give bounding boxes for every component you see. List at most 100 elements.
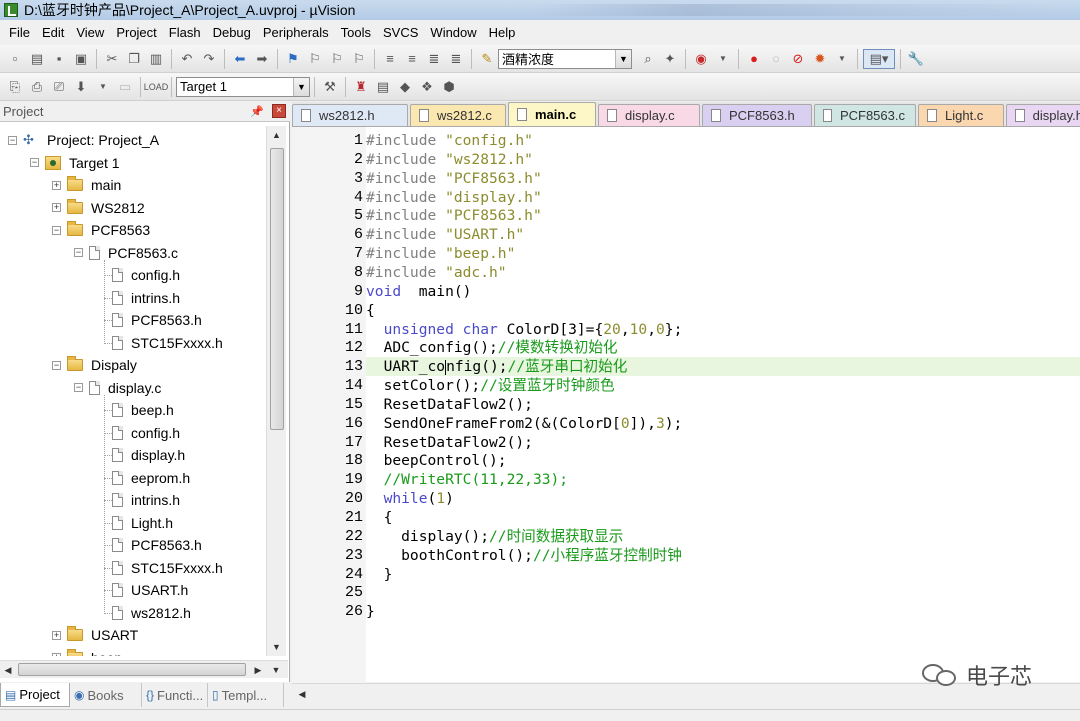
editor-tab[interactable]: ws2812.h: [292, 104, 408, 126]
target-select[interactable]: Target 1 ▼: [176, 76, 310, 97]
code-line[interactable]: 20 while(1): [345, 489, 1080, 508]
tree-item[interactable]: + beep: [52, 647, 122, 656]
tree-item[interactable]: − ✣ Project: Project_A: [8, 129, 159, 151]
tree-item[interactable]: + WS2812: [52, 197, 145, 219]
code-line[interactable]: 5 #include "PCF8563.h": [354, 206, 1080, 225]
menu-edit[interactable]: Edit: [36, 23, 70, 43]
tree-item[interactable]: PCF8563.h: [112, 534, 202, 556]
stop-build-icon[interactable]: ▭: [115, 77, 135, 97]
editor-tab[interactable]: PCF8563.c: [814, 104, 916, 126]
open-folder-icon[interactable]: ▤: [27, 49, 47, 69]
tree-item[interactable]: + main: [52, 174, 121, 196]
code-line[interactable]: 3 #include "PCF8563.h": [354, 169, 1080, 188]
tree-item[interactable]: ws2812.h: [112, 602, 191, 624]
bookmark-icon[interactable]: ⚑: [283, 49, 303, 69]
tree-item[interactable]: PCF8563.h: [112, 309, 202, 331]
copy-icon[interactable]: ❐: [124, 49, 144, 69]
editor-tab[interactable]: main.c: [508, 102, 596, 126]
rebuild-icon[interactable]: ⎚: [49, 77, 69, 97]
menu-help[interactable]: Help: [483, 23, 522, 43]
tree-horizontal-scrollbar[interactable]: ◀ ▶ ▼: [0, 660, 288, 678]
editor-tab[interactable]: ws2812.c: [410, 104, 506, 126]
menu-peripherals[interactable]: Peripherals: [257, 23, 335, 43]
kill-breakpoints-icon[interactable]: ✹: [810, 49, 830, 69]
code-line[interactable]: 14 setColor();//设置蓝牙时钟颜色: [345, 376, 1080, 395]
collapse-icon[interactable]: −: [52, 225, 61, 235]
expand-icon[interactable]: +: [52, 653, 61, 656]
code-line[interactable]: 22 display();//时间数据获取显示: [345, 527, 1080, 546]
debug-session-icon[interactable]: ◉: [691, 49, 711, 69]
code-line[interactable]: 17 ResetDataFlow2();: [345, 433, 1080, 452]
code-line[interactable]: 10{: [345, 301, 1080, 320]
find-icon[interactable]: ⌕: [638, 49, 658, 69]
package-icon[interactable]: ⬢: [439, 77, 459, 97]
editor-tab[interactable]: display.c: [598, 104, 700, 126]
manage-runtime-icon[interactable]: ▤: [373, 77, 393, 97]
collapse-icon[interactable]: −: [52, 360, 61, 370]
panel-tab-templ[interactable]: ▯ Templ...: [208, 683, 284, 707]
menu-debug[interactable]: Debug: [207, 23, 257, 43]
code-line[interactable]: 26}: [345, 602, 1080, 621]
tree-item[interactable]: − PCF8563: [52, 219, 150, 241]
paste-icon[interactable]: ▥: [146, 49, 166, 69]
expand-icon[interactable]: +: [52, 630, 61, 640]
tree-item[interactable]: − Target 1: [30, 152, 120, 174]
tree-item[interactable]: USART.h: [112, 579, 188, 601]
code-line[interactable]: 21 {: [345, 508, 1080, 527]
tree-item[interactable]: + USART: [52, 624, 138, 646]
menu-flash[interactable]: Flash: [163, 23, 207, 43]
tree-item[interactable]: intrins.h: [112, 489, 180, 511]
tree-item[interactable]: − Dispaly: [52, 354, 137, 376]
code-line[interactable]: 24 }: [345, 565, 1080, 584]
tree-item[interactable]: config.h: [112, 264, 180, 286]
download-icon[interactable]: LOAD: [144, 77, 169, 97]
comment-icon[interactable]: ≣: [424, 49, 444, 69]
code-line[interactable]: 9 void main(): [354, 282, 1080, 301]
tree-item[interactable]: STC15Fxxxx.h: [112, 557, 223, 579]
tree-item[interactable]: eeprom.h: [112, 467, 190, 489]
tree-item[interactable]: intrins.h: [112, 287, 180, 309]
manage-project-items-icon[interactable]: ♜: [351, 77, 371, 97]
code-line[interactable]: 25: [345, 583, 1080, 602]
code-line[interactable]: 7 #include "beep.h": [354, 244, 1080, 263]
code-line[interactable]: 1 #include "config.h": [354, 131, 1080, 150]
chevron-down-icon[interactable]: ▼: [615, 49, 631, 68]
code-line[interactable]: 6 #include "USART.h": [354, 225, 1080, 244]
menu-project[interactable]: Project: [110, 23, 162, 43]
tree-item[interactable]: beep.h: [112, 399, 174, 421]
code-line[interactable]: 4 #include "display.h": [354, 188, 1080, 207]
expand-icon[interactable]: +: [52, 180, 61, 190]
uncomment-icon[interactable]: ≣: [446, 49, 466, 69]
tree-vertical-scrollbar[interactable]: ▲ ▼: [266, 126, 286, 656]
navigate-back-icon[interactable]: ⬅: [230, 49, 250, 69]
code-line[interactable]: 13 UART_config();//蓝牙串口初始化: [345, 357, 1080, 377]
menu-svcs[interactable]: SVCS: [377, 23, 424, 43]
select-packs-icon[interactable]: ◆: [395, 77, 415, 97]
chevron-down-icon[interactable]: ▼: [293, 77, 309, 96]
panel-tab-functi[interactable]: {} Functi...: [142, 683, 208, 707]
code-line[interactable]: 19 //WriteRTC(11,22,33);: [345, 470, 1080, 489]
unindent-icon[interactable]: ≡: [402, 49, 422, 69]
configure-icon[interactable]: 🔧: [906, 49, 926, 69]
next-bookmark-icon[interactable]: ⚐: [327, 49, 347, 69]
collapse-icon[interactable]: −: [74, 383, 83, 392]
code-editor[interactable]: 1 #include "config.h" 2 #include "ws2812.h"…: [292, 126, 1080, 683]
tree-item[interactable]: config.h: [112, 422, 180, 444]
menu-file[interactable]: File: [3, 23, 36, 43]
new-file-icon[interactable]: ▫: [5, 49, 25, 69]
incremental-find-icon[interactable]: ✦: [660, 49, 680, 69]
enable-breakpoint-icon[interactable]: ○: [766, 49, 786, 69]
scroll-left-icon[interactable]: ◀: [0, 661, 16, 679]
code-line[interactable]: 12 ADC_config();//模数转换初始化: [345, 338, 1080, 357]
scroll-right-icon[interactable]: ▶: [250, 661, 266, 679]
pin-icon[interactable]: 📌: [250, 105, 264, 118]
code-line[interactable]: 8 #include "adc.h": [354, 263, 1080, 282]
batch-dropdown-icon[interactable]: ▼: [93, 77, 113, 97]
scroll-up-icon[interactable]: ▲: [267, 126, 286, 144]
cut-icon[interactable]: ✂: [102, 49, 122, 69]
collapse-icon[interactable]: −: [8, 135, 17, 145]
editor-tab[interactable]: PCF8563.h: [702, 104, 812, 126]
menu-view[interactable]: View: [70, 23, 110, 43]
save-icon[interactable]: ▪: [49, 49, 69, 69]
menu-window[interactable]: Window: [424, 23, 482, 43]
